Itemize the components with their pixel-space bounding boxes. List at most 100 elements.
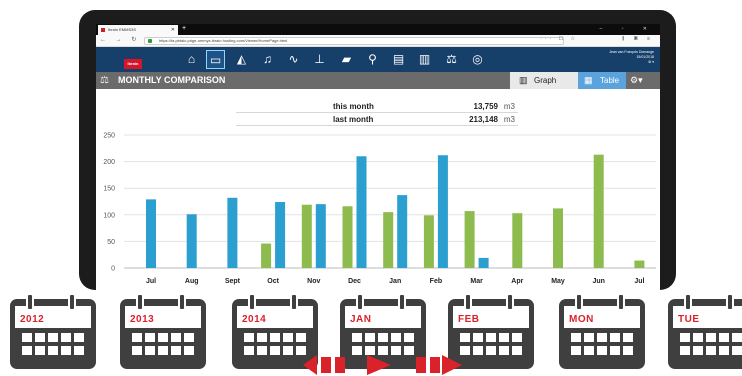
calendar-day-cell bbox=[296, 346, 306, 355]
arrow-left-icon bbox=[303, 355, 345, 375]
calendar-day-cell bbox=[499, 333, 509, 342]
calendar-grid bbox=[22, 333, 86, 361]
calendar-icon: MON bbox=[559, 293, 645, 369]
y-tick-label: 100 bbox=[103, 212, 115, 219]
calendar-grid bbox=[680, 333, 742, 361]
bar bbox=[553, 208, 563, 268]
bar bbox=[186, 214, 197, 268]
calendar-day-cell bbox=[732, 346, 742, 355]
calendar-day-cell bbox=[132, 333, 142, 342]
calendar-day-cell bbox=[171, 346, 181, 355]
calendar-day-cell bbox=[257, 346, 267, 355]
calendar-day-cell bbox=[270, 333, 280, 342]
bar bbox=[315, 204, 326, 268]
summary-unit: m3 bbox=[503, 115, 515, 124]
calendar-day-cell bbox=[719, 346, 729, 355]
bar bbox=[397, 195, 408, 268]
calendar-day-cell bbox=[365, 333, 375, 342]
calendar-day-cell bbox=[145, 333, 155, 342]
calendar-day-cell bbox=[404, 333, 414, 342]
calendar-day-cell bbox=[693, 346, 703, 355]
calendar-day-cell bbox=[680, 346, 690, 355]
bar bbox=[593, 154, 604, 268]
calendar-day-cell bbox=[571, 346, 581, 355]
calendar-day-cell bbox=[132, 346, 142, 355]
calendar-day-cell bbox=[352, 333, 362, 342]
calendar-day-cell bbox=[145, 346, 155, 355]
bar bbox=[383, 212, 394, 268]
bar bbox=[423, 215, 434, 268]
x-tick-label: Nov bbox=[307, 278, 320, 285]
calendar-day-cell bbox=[257, 333, 267, 342]
calendar-day-cell bbox=[610, 333, 620, 342]
x-tick-label: Feb bbox=[430, 278, 442, 285]
calendar-day-cell bbox=[732, 333, 742, 342]
summary-row-last-month: last month 213,148 m3 bbox=[236, 113, 518, 126]
calendar-ring bbox=[248, 293, 256, 311]
calendar-day-cell bbox=[680, 333, 690, 342]
bar bbox=[342, 206, 353, 268]
calendar-icon: TUE bbox=[668, 293, 742, 369]
calendar-label: 2013 bbox=[130, 314, 155, 325]
calendar-label: 2014 bbox=[242, 314, 267, 325]
calendar-day-cell bbox=[48, 346, 58, 355]
calendar-day-cell bbox=[61, 346, 71, 355]
calendar-day-cell bbox=[48, 333, 58, 342]
bar bbox=[464, 211, 475, 268]
summary-label: last month bbox=[333, 115, 374, 124]
calendar-grid bbox=[460, 333, 524, 361]
calendar-day-cell bbox=[270, 346, 280, 355]
bar bbox=[146, 199, 156, 268]
calendar-grid bbox=[571, 333, 635, 361]
double-arrow-right-icon bbox=[416, 355, 462, 375]
summary-label: this month bbox=[333, 102, 374, 111]
calendar-day-cell bbox=[706, 346, 716, 355]
calendar-day-cell bbox=[597, 333, 607, 342]
calendar-day-cell bbox=[460, 346, 470, 355]
calendar-day-cell bbox=[365, 346, 375, 355]
calendar-label: MON bbox=[569, 314, 594, 325]
calendar-ring bbox=[684, 293, 692, 311]
calendar-label: JAN bbox=[350, 314, 372, 325]
calendar-day-cell bbox=[719, 333, 729, 342]
screen: Ibrain EMMS3S ✕ + – ▫ ✕ ← → ↻ ⌂ https://… bbox=[96, 24, 660, 290]
calendar-grid bbox=[132, 333, 196, 361]
calendar-day-cell bbox=[158, 333, 168, 342]
bar bbox=[261, 243, 272, 268]
calendar-icon: 2012 bbox=[10, 293, 96, 369]
calendar-ring bbox=[506, 293, 514, 311]
y-tick-label: 150 bbox=[103, 186, 115, 193]
x-tick-label: Jan bbox=[389, 278, 401, 285]
calendar-label: TUE bbox=[678, 314, 700, 325]
bar bbox=[512, 213, 523, 268]
calendar-day-cell bbox=[404, 346, 414, 355]
x-tick-label: Apr bbox=[511, 278, 523, 285]
calendar-day-cell bbox=[283, 333, 293, 342]
calendar-day-cell bbox=[610, 346, 620, 355]
calendar-day-cell bbox=[378, 346, 388, 355]
monthly-comparison-chart: 0 50 100 150 200 250 Jul Aug Sept Oct Nov Dec Jan Feb… bbox=[103, 133, 656, 285]
x-tick-label: May bbox=[551, 278, 565, 285]
calendar-ring bbox=[68, 293, 76, 311]
calendar-day-cell bbox=[571, 333, 581, 342]
bar bbox=[227, 197, 238, 268]
x-tick-label: Oct bbox=[267, 278, 279, 285]
summary-row-this-month: this month 13,759 m3 bbox=[236, 100, 518, 113]
calendar-icon: 2013 bbox=[120, 293, 206, 369]
calendar-day-cell bbox=[584, 333, 594, 342]
calendar-ring bbox=[726, 293, 734, 311]
calendar-day-cell bbox=[391, 333, 401, 342]
calendar-day-cell bbox=[473, 346, 483, 355]
calendar-day-cell bbox=[706, 333, 716, 342]
calendar-day-cell bbox=[460, 333, 470, 342]
summary-value: 13,759 bbox=[473, 102, 498, 111]
x-tick-label: Sept bbox=[225, 278, 241, 285]
y-tick-label: 200 bbox=[103, 159, 115, 166]
calendar-ring bbox=[575, 293, 583, 311]
calendar-ring bbox=[464, 293, 472, 311]
calendar-day-cell bbox=[74, 333, 84, 342]
calendar-day-cell bbox=[184, 346, 194, 355]
calendar-day-cell bbox=[158, 346, 168, 355]
bar bbox=[478, 257, 489, 268]
calendar-day-cell bbox=[352, 346, 362, 355]
